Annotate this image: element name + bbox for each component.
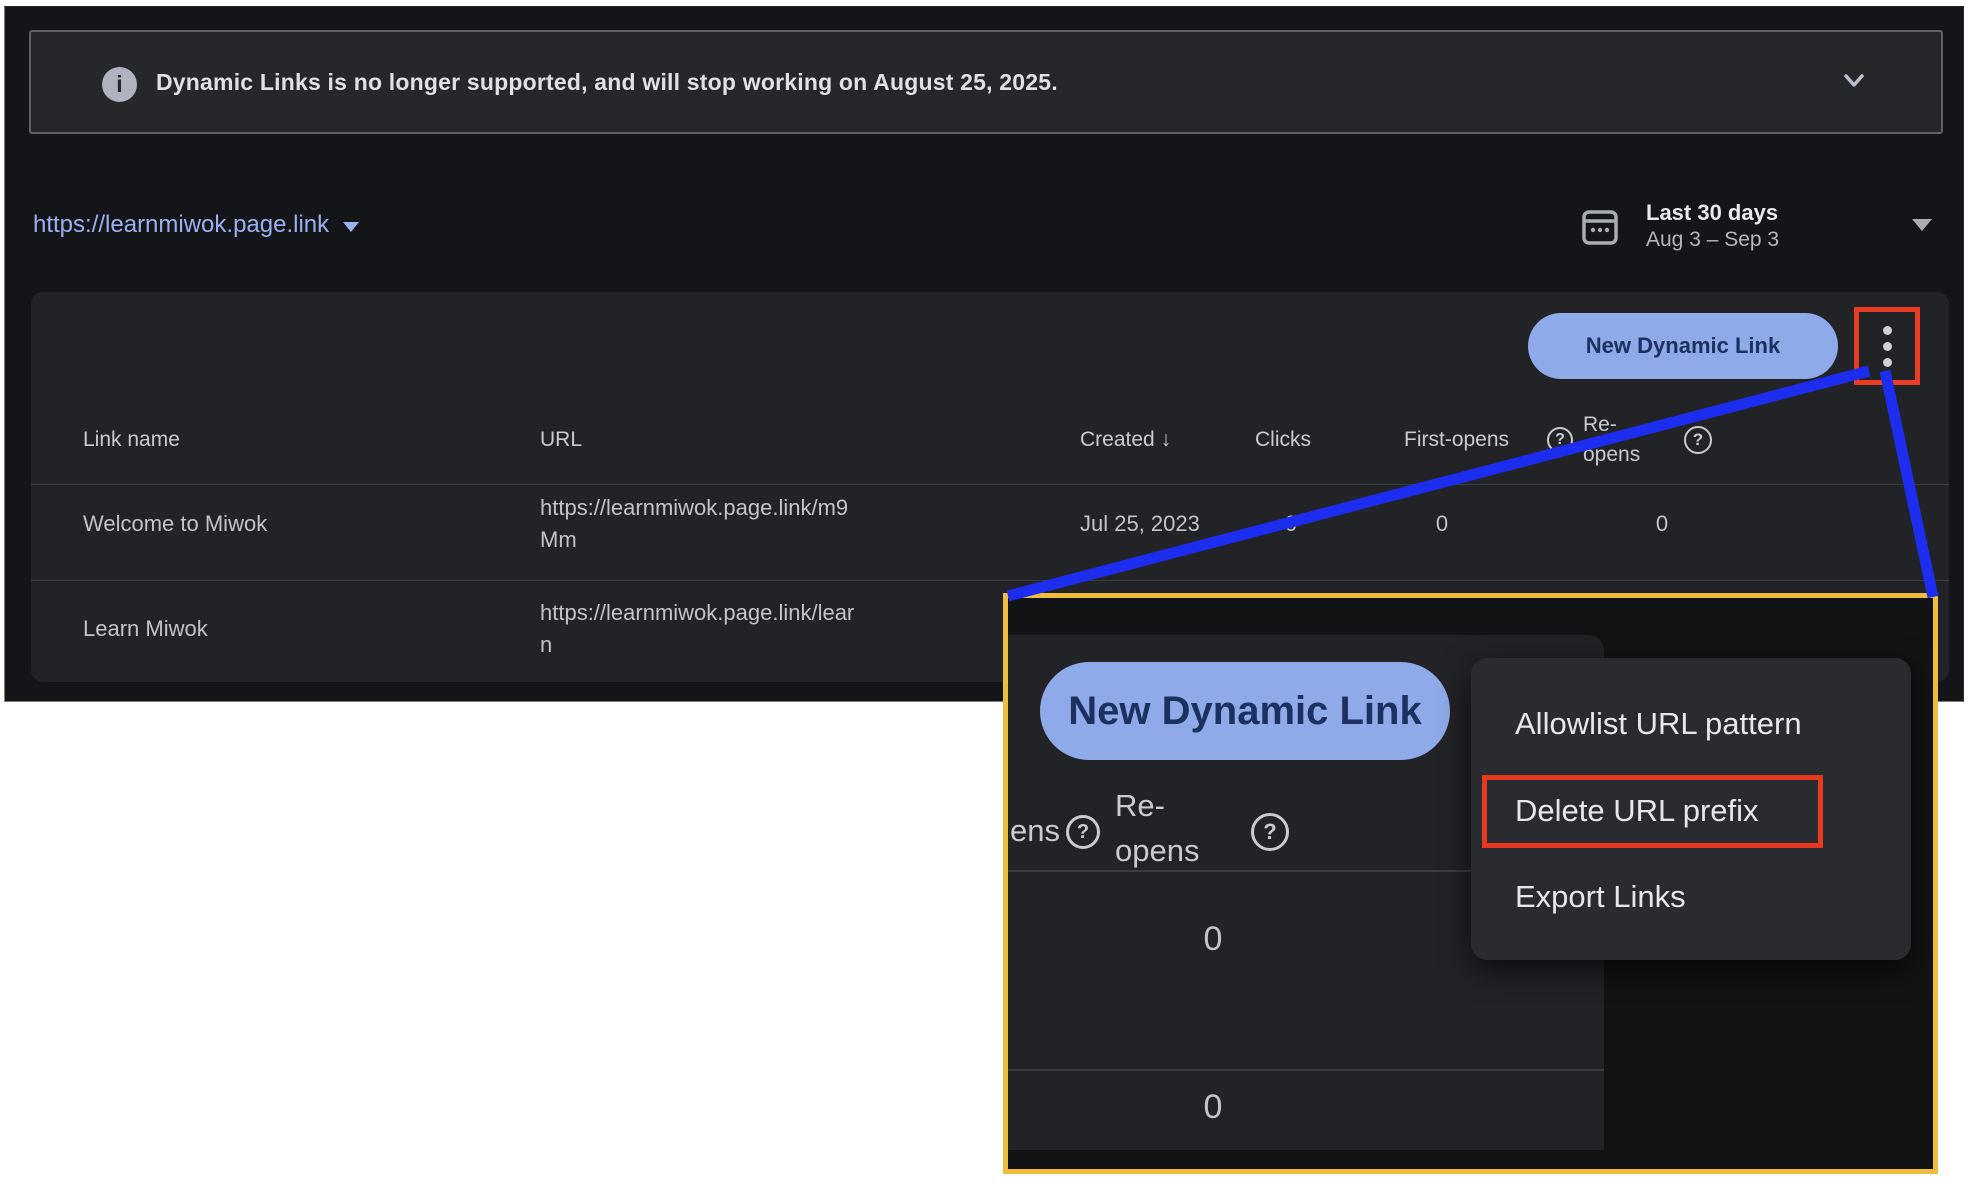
created-cell: Jul 25, 2023	[1080, 511, 1200, 537]
column-header-link-name: Link name	[83, 428, 180, 452]
magnified-new-dynamic-link-button[interactable]: New Dynamic Link	[1040, 662, 1450, 760]
first-opens-cell: 0	[1436, 511, 1448, 537]
link-url-cell-line1: https://learnmiwok.page.link/lear	[540, 600, 854, 626]
link-name-cell: Welcome to Miwok	[83, 511, 267, 537]
row-divider	[31, 580, 1949, 581]
more-menu-highlight-box	[1854, 307, 1920, 385]
magnified-re-opens-line1: Re-	[1115, 788, 1165, 824]
column-header-clicks: Clicks	[1255, 428, 1311, 452]
link-url-cell-line2: Mm	[540, 527, 577, 553]
date-range-label: Last 30 days	[1646, 200, 1779, 226]
link-url-cell-line1: https://learnmiwok.page.link/m9	[540, 495, 848, 521]
re-opens-cell: 0	[1656, 511, 1668, 537]
column-header-created[interactable]: Created ↓	[1080, 428, 1171, 452]
ellipsis-dot	[1883, 358, 1892, 367]
ellipsis-dot	[1883, 342, 1892, 351]
more-options-menu: Allowlist URL pattern Delete URL prefix …	[1471, 658, 1911, 960]
caret-down-icon	[343, 222, 359, 232]
date-range-picker[interactable]: Last 30 days Aug 3 – Sep 3	[1580, 195, 1950, 257]
link-url-cell-line2: n	[540, 632, 552, 658]
row-divider	[31, 484, 1949, 485]
column-header-first-opens: First-opens	[1404, 428, 1509, 452]
more-options-button[interactable]	[1859, 312, 1915, 380]
info-icon: i	[102, 67, 137, 102]
chevron-down-icon[interactable]	[1839, 65, 1869, 95]
menu-item-allowlist-url-pattern[interactable]: Allowlist URL pattern	[1515, 706, 1802, 742]
column-header-re-opens-line2: opens	[1583, 443, 1640, 467]
delete-url-prefix-highlight-box	[1482, 775, 1823, 848]
first-opens-help-icon[interactable]: ?	[1547, 427, 1573, 453]
column-header-re-opens-line1: Re-	[1583, 413, 1617, 437]
sort-descending-icon: ↓	[1161, 428, 1172, 451]
date-range-dates: Aug 3 – Sep 3	[1646, 228, 1779, 252]
caret-down-icon	[1912, 219, 1932, 231]
new-dynamic-link-button[interactable]: New Dynamic Link	[1528, 313, 1838, 379]
ellipsis-dot	[1883, 326, 1892, 335]
url-prefix-selector[interactable]: https://learnmiwok.page.link	[33, 207, 359, 243]
magnified-re-opens-help-icon: ?	[1251, 813, 1289, 851]
magnified-re-opens-line2: opens	[1115, 833, 1199, 869]
magnified-re-opens-cell: 0	[1204, 1088, 1223, 1127]
calendar-icon	[1580, 205, 1620, 247]
url-prefix-label: https://learnmiwok.page.link	[33, 211, 329, 239]
magnified-row-divider	[1008, 1069, 1604, 1071]
menu-item-export-links[interactable]: Export Links	[1515, 879, 1686, 915]
deprecation-banner: i Dynamic Links is no longer supported, …	[29, 30, 1943, 134]
magnified-first-opens-help-icon: ?	[1066, 815, 1100, 849]
clicks-cell: 0	[1285, 511, 1297, 537]
column-header-url: URL	[540, 428, 582, 452]
zoom-callout: New Dynamic Link ens ? Re- opens ? 0 0 A…	[1003, 593, 1938, 1174]
magnified-re-opens-cell: 0	[1204, 920, 1223, 959]
deprecation-message: Dynamic Links is no longer supported, an…	[156, 32, 1058, 132]
magnified-first-opens-partial: ens	[1010, 813, 1060, 849]
re-opens-help-icon[interactable]: ?	[1684, 426, 1712, 454]
link-name-cell: Learn Miwok	[83, 616, 208, 642]
